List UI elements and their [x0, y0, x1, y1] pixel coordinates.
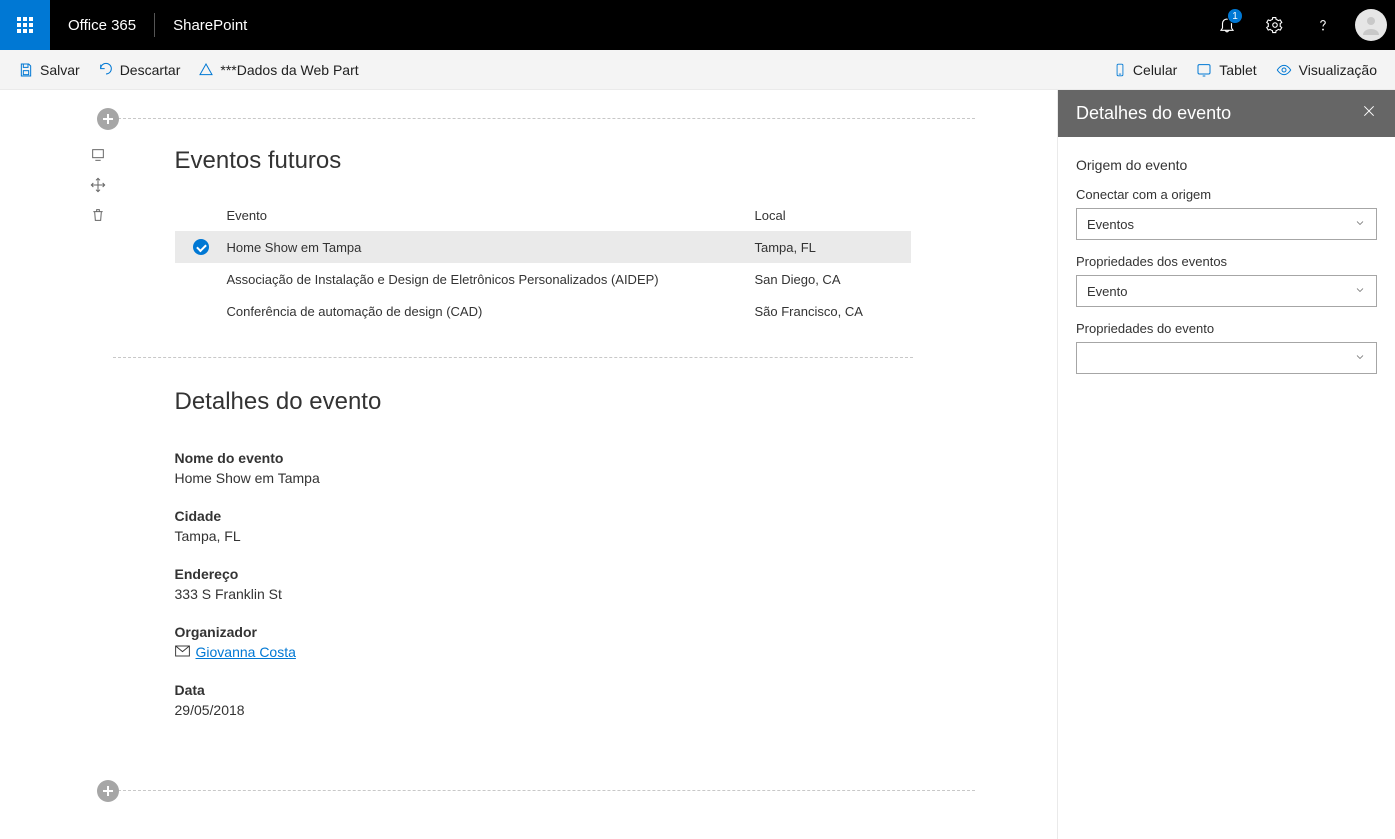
row-location: San Diego, CA: [755, 272, 911, 287]
discard-label: Descartar: [120, 62, 181, 78]
field-label-event-name: Nome do evento: [175, 450, 975, 466]
mail-icon: [175, 644, 190, 660]
mobile-view-button[interactable]: Celular: [1113, 62, 1177, 78]
property-pane-header: Detalhes do evento: [1058, 90, 1395, 137]
command-bar: Salvar Descartar ***Dados da Web Part Ce…: [0, 50, 1395, 90]
settings-button[interactable]: [1251, 0, 1299, 50]
tablet-label: Tablet: [1219, 62, 1256, 78]
pane-label-connect: Conectar com a origem: [1076, 187, 1377, 202]
page-canvas: Eventos futuros Evento Local Home Show e…: [0, 90, 1057, 839]
suite-header: Office 365 SharePoint 1: [0, 0, 1395, 50]
source-dropdown[interactable]: Eventos: [1076, 208, 1377, 240]
discard-button[interactable]: Descartar: [98, 62, 181, 78]
brand-label: Office 365: [50, 17, 154, 34]
details-section-title: Detalhes do evento: [175, 388, 975, 416]
add-section-line-top: [113, 118, 975, 119]
app-launcher-button[interactable]: [0, 0, 50, 50]
row-event: Associação de Instalação e Design de Ele…: [227, 272, 755, 287]
waffle-icon: [17, 17, 33, 33]
field-label-date: Data: [175, 682, 975, 698]
edit-webpart-button[interactable]: [90, 147, 106, 163]
field-label-address: Endereço: [175, 566, 975, 582]
save-button[interactable]: Salvar: [18, 62, 80, 78]
props-dropdown[interactable]: Evento: [1076, 275, 1377, 307]
row-location: Tampa, FL: [755, 240, 911, 255]
notification-badge: 1: [1227, 8, 1243, 24]
table-row[interactable]: Conferência de automação de design (CAD)…: [175, 295, 911, 327]
props2-dropdown[interactable]: [1076, 342, 1377, 374]
add-section-button-top[interactable]: [97, 108, 119, 130]
add-section-line-bottom: [113, 790, 975, 791]
table-header: Evento Local: [175, 199, 911, 231]
chevron-down-icon: [1354, 351, 1366, 366]
chevron-down-icon: [1354, 217, 1366, 232]
app-name[interactable]: SharePoint: [155, 17, 265, 34]
preview-label: Visualização: [1299, 62, 1377, 78]
pane-label-props2: Propriedades do evento: [1076, 321, 1377, 336]
webpart-toolbar: [83, 119, 113, 780]
pane-section-title: Origem do evento: [1076, 157, 1377, 173]
property-pane-title: Detalhes do evento: [1076, 103, 1231, 124]
row-event: Home Show em Tampa: [227, 240, 755, 255]
events-table: Evento Local Home Show em Tampa Tampa, F…: [175, 199, 911, 327]
pane-label-props: Propriedades dos eventos: [1076, 254, 1377, 269]
user-avatar[interactable]: [1355, 9, 1387, 41]
table-row[interactable]: Associação de Instalação e Design de Ele…: [175, 263, 911, 295]
property-pane: Detalhes do evento Origem do evento Cone…: [1057, 90, 1395, 839]
col-header-location[interactable]: Local: [755, 208, 911, 223]
row-location: São Francisco, CA: [755, 304, 911, 319]
chevron-down-icon: [1354, 284, 1366, 299]
mobile-label: Celular: [1133, 62, 1177, 78]
source-dropdown-value: Eventos: [1087, 217, 1134, 232]
preview-button[interactable]: Visualização: [1275, 62, 1377, 78]
events-section-title: Eventos futuros: [175, 147, 975, 175]
field-value-address: 333 S Franklin St: [175, 586, 975, 602]
webpart-data-button[interactable]: ***Dados da Web Part: [198, 62, 358, 78]
props-dropdown-value: Evento: [1087, 284, 1127, 299]
close-pane-button[interactable]: [1361, 103, 1377, 124]
section-divider: [113, 357, 913, 358]
notifications-button[interactable]: 1: [1203, 0, 1251, 50]
row-event: Conferência de automação de design (CAD): [227, 304, 755, 319]
field-value-city: Tampa, FL: [175, 528, 975, 544]
table-row[interactable]: Home Show em Tampa Tampa, FL: [175, 231, 911, 263]
help-button[interactable]: [1299, 0, 1347, 50]
tablet-view-button[interactable]: Tablet: [1195, 62, 1256, 78]
field-value-event-name: Home Show em Tampa: [175, 470, 975, 486]
row-check-icon[interactable]: [175, 239, 227, 255]
field-label-organizer: Organizador: [175, 624, 975, 640]
add-section-button-bottom[interactable]: [97, 780, 119, 802]
col-header-event[interactable]: Evento: [227, 208, 755, 223]
field-label-city: Cidade: [175, 508, 975, 524]
field-value-date: 29/05/2018: [175, 702, 975, 718]
suite-actions: 1: [1203, 0, 1395, 50]
webpart-data-label: ***Dados da Web Part: [220, 62, 358, 78]
organizer-link[interactable]: Giovanna Costa: [196, 644, 296, 660]
delete-webpart-button[interactable]: [90, 207, 106, 223]
move-webpart-button[interactable]: [90, 177, 106, 193]
save-label: Salvar: [40, 62, 80, 78]
